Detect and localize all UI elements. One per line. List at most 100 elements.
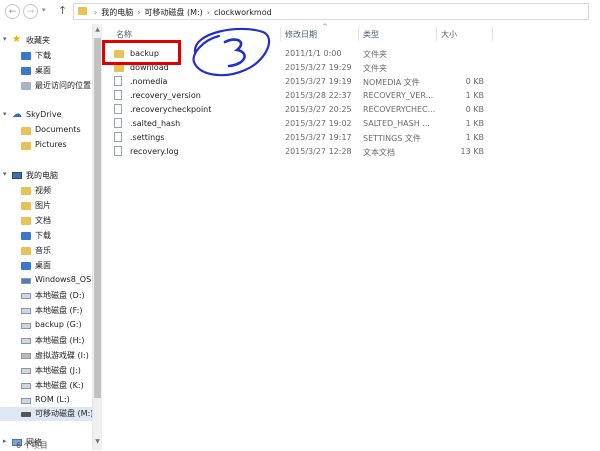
navigation-pane: ▾ ★ 收藏夹 下载 桌面 最近访问的位置 ▾ ☁ SkyDrive Docum… [0, 24, 92, 450]
file-type: RECOVERY_VER... [363, 91, 434, 100]
address-field[interactable]: › 我的电脑 › 可移动磁盘 (M:) › clockworkmod [73, 3, 589, 20]
nav-label: Windows8_OS (C:) [35, 275, 92, 284]
scroll-down-icon[interactable]: ▼ [94, 438, 101, 445]
drive-icon [21, 323, 31, 329]
highlight-box [102, 40, 181, 65]
nav-label: 本地磁盘 (F:) [35, 306, 83, 315]
up-arrow-icon[interactable]: ↑ [58, 4, 67, 17]
scrollbar-thumb[interactable] [94, 38, 101, 398]
nav-label: 下载 [35, 51, 51, 60]
nav-label: 虚拟游戏碟 (I:) [35, 351, 89, 360]
nav-label: 视频 [35, 186, 51, 195]
recent-dropdown-icon[interactable]: ▾ [42, 6, 46, 14]
file-type: 文件夹 [363, 64, 387, 73]
file-name: .nomedia [130, 77, 168, 86]
file-row[interactable]: recovery.log 2015/3/27 12:28 文本文档 13 KB [110, 145, 590, 159]
nav-label: 桌面 [35, 66, 51, 75]
folder-icon [21, 142, 31, 150]
sort-caret-icon: ^ [322, 23, 328, 31]
nav-label: 本地磁盘 (H:) [35, 336, 85, 345]
download-folder-icon [21, 232, 31, 240]
breadcrumb-item[interactable]: clockworkmod [214, 8, 272, 17]
nav-label: 文档 [35, 216, 51, 225]
file-icon [114, 132, 122, 142]
file-name: .salted_hash [130, 119, 181, 128]
column-header-type[interactable]: 类型 [363, 29, 379, 41]
desktop-icon [21, 262, 31, 270]
file-row[interactable]: download 2015/3/27 19:29 文件夹 [110, 61, 590, 75]
file-name: .recoverycheckpoint [130, 105, 212, 114]
breadcrumb-item[interactable]: 我的电脑 [101, 8, 133, 17]
chevron-down-icon[interactable]: ▾ [3, 170, 7, 178]
nav-label: backup (G:) [35, 320, 82, 329]
file-type: SETTINGS 文件 [363, 134, 421, 143]
file-size: 1 KB [465, 133, 484, 142]
column-divider[interactable] [492, 27, 493, 41]
file-date: 2015/3/27 20:25 [285, 105, 352, 114]
file-date: 2015/3/27 19:29 [285, 63, 352, 72]
nav-item-drive-m[interactable]: 可移动磁盘 (M:) [0, 407, 92, 421]
file-list: 名称 ^ 修改日期 类型 大小 backup 2011/1/1 0:00 文件夹… [102, 23, 600, 450]
ink-circle [192, 27, 271, 77]
recent-places-icon [21, 82, 31, 90]
file-name: recovery.log [130, 147, 179, 156]
file-row[interactable]: .settings 2015/3/27 19:17 SETTINGS 文件 1 … [110, 131, 590, 145]
file-type: SALTED_HASH ... [363, 119, 430, 128]
system-drive-icon [21, 278, 31, 284]
star-icon: ★ [12, 34, 21, 45]
document-folder-icon [21, 217, 31, 225]
annotation-ink [192, 27, 271, 77]
chevron-down-icon[interactable]: ▾ [3, 35, 7, 43]
file-type: RECOVERYCHEC... [363, 105, 436, 114]
breadcrumb-separator: › [206, 8, 210, 17]
file-row[interactable]: .recovery_version 2015/3/28 22:37 RECOVE… [110, 89, 590, 103]
folder-icon [78, 7, 87, 15]
file-date: 2015/3/27 19:19 [285, 77, 352, 86]
cloud-icon: ☁ [12, 109, 22, 120]
file-row[interactable]: backup 2011/1/1 0:00 文件夹 [110, 47, 590, 61]
forward-arrow-icon[interactable]: → [23, 4, 38, 19]
column-divider[interactable] [436, 27, 437, 41]
file-type: 文本文档 [363, 148, 395, 157]
optical-drive-icon [21, 353, 31, 359]
chevron-down-icon[interactable]: ▾ [3, 110, 7, 118]
file-row[interactable]: .recoverycheckpoint 2015/3/27 20:25 RECO… [110, 103, 590, 117]
file-size: 1 KB [465, 91, 484, 100]
file-icon [114, 146, 122, 156]
scroll-up-icon[interactable]: ▲ [94, 26, 101, 33]
file-icon [114, 104, 122, 114]
computer-icon [12, 172, 22, 179]
file-row[interactable]: .salted_hash 2015/3/27 19:02 SALTED_HASH… [110, 117, 590, 131]
column-header-date[interactable]: 修改日期 [285, 29, 317, 41]
drive-icon [21, 383, 31, 389]
nav-label: Documents [35, 125, 81, 134]
column-divider[interactable] [280, 27, 281, 41]
chevron-right-icon[interactable]: ▸ [3, 437, 7, 445]
column-divider[interactable] [358, 27, 359, 41]
drive-icon [21, 293, 31, 299]
file-name: .recovery_version [130, 91, 201, 100]
nav-label: 桌面 [35, 261, 51, 270]
nav-label: 我的电脑 [26, 171, 58, 180]
column-header-size[interactable]: 大小 [441, 29, 457, 41]
ink-number-3 [223, 38, 246, 68]
nav-scrollbar[interactable]: ▲ ▼ [92, 24, 102, 450]
status-item-count: 6 个项目 [16, 441, 48, 450]
file-date: 2015/3/27 19:02 [285, 119, 352, 128]
nav-label: 下载 [35, 231, 51, 240]
nav-label: 图片 [35, 201, 51, 210]
file-size: 13 KB [460, 147, 484, 156]
breadcrumb-item[interactable]: 可移动磁盘 (M:) [144, 8, 202, 17]
nav-label: 音乐 [35, 246, 51, 255]
drive-icon [21, 368, 31, 374]
download-folder-icon [21, 52, 31, 60]
nav-label: 可移动磁盘 (M:) [35, 409, 92, 418]
breadcrumb-separator: › [137, 8, 141, 17]
file-row[interactable]: .nomedia 2015/3/27 19:19 NOMEDIA 文件 0 KB [110, 75, 590, 89]
file-size: 0 KB [465, 77, 484, 86]
picture-folder-icon [21, 202, 31, 210]
drive-icon [21, 308, 31, 314]
drive-icon [21, 398, 31, 404]
file-icon [114, 76, 122, 86]
back-arrow-icon[interactable]: ← [5, 4, 20, 19]
